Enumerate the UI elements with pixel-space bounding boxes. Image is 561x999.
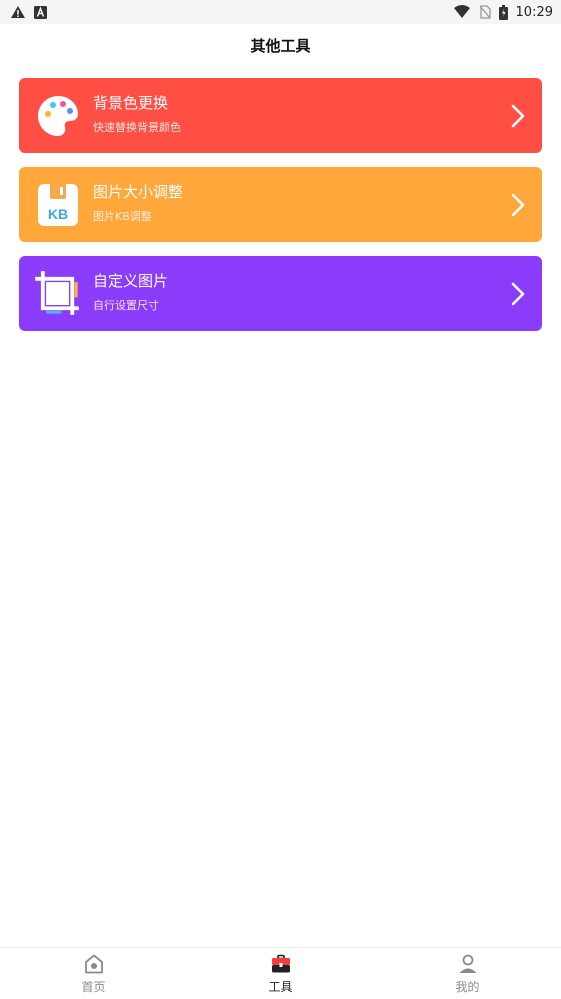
nav-item-mine[interactable]: 我的 — [374, 948, 561, 999]
status-bar: 10:29 — [0, 0, 561, 24]
crop-frame-icon — [35, 271, 79, 315]
tool-card-background-color[interactable]: 背景色更换 快速替换背景颜色 — [19, 78, 542, 153]
status-time: 10:29 — [515, 4, 553, 20]
toolbox-icon — [271, 954, 290, 972]
tool-title: 背景色更换 — [93, 94, 169, 112]
nav-label: 工具 — [268, 979, 293, 994]
tool-subtitle: 图片KB调整 — [93, 210, 152, 223]
chevron-right-icon — [511, 282, 525, 306]
bottom-nav: 首页 工具 我的 — [0, 947, 561, 999]
tool-card-custom-image[interactable]: 自定义图片 自行设置尺寸 — [19, 256, 542, 331]
nav-item-home[interactable]: 首页 — [0, 948, 187, 999]
kb-icon-text: KB — [48, 206, 68, 222]
home-icon — [84, 954, 103, 973]
warning-icon — [11, 6, 25, 18]
battery-icon — [498, 4, 508, 20]
user-icon — [459, 954, 476, 973]
nav-label: 首页 — [81, 979, 106, 994]
header: 其他工具 — [0, 24, 561, 66]
wifi-icon — [453, 5, 470, 18]
nav-label: 我的 — [455, 979, 480, 994]
tool-title: 图片大小调整 — [93, 183, 184, 201]
tool-card-image-size[interactable]: KB 图片大小调整 图片KB调整 — [19, 167, 542, 242]
a-badge-icon — [34, 5, 47, 19]
chevron-right-icon — [511, 193, 525, 217]
tool-subtitle: 快速替换背景颜色 — [93, 121, 181, 134]
tool-subtitle: 自行设置尺寸 — [93, 299, 159, 312]
nav-item-tools[interactable]: 工具 — [187, 948, 374, 999]
chevron-right-icon — [511, 104, 525, 128]
palette-icon — [38, 96, 78, 136]
no-sim-icon — [479, 5, 491, 19]
kb-file-icon: KB — [38, 184, 78, 226]
page-title: 其他工具 — [250, 36, 311, 55]
tool-title: 自定义图片 — [93, 272, 169, 290]
